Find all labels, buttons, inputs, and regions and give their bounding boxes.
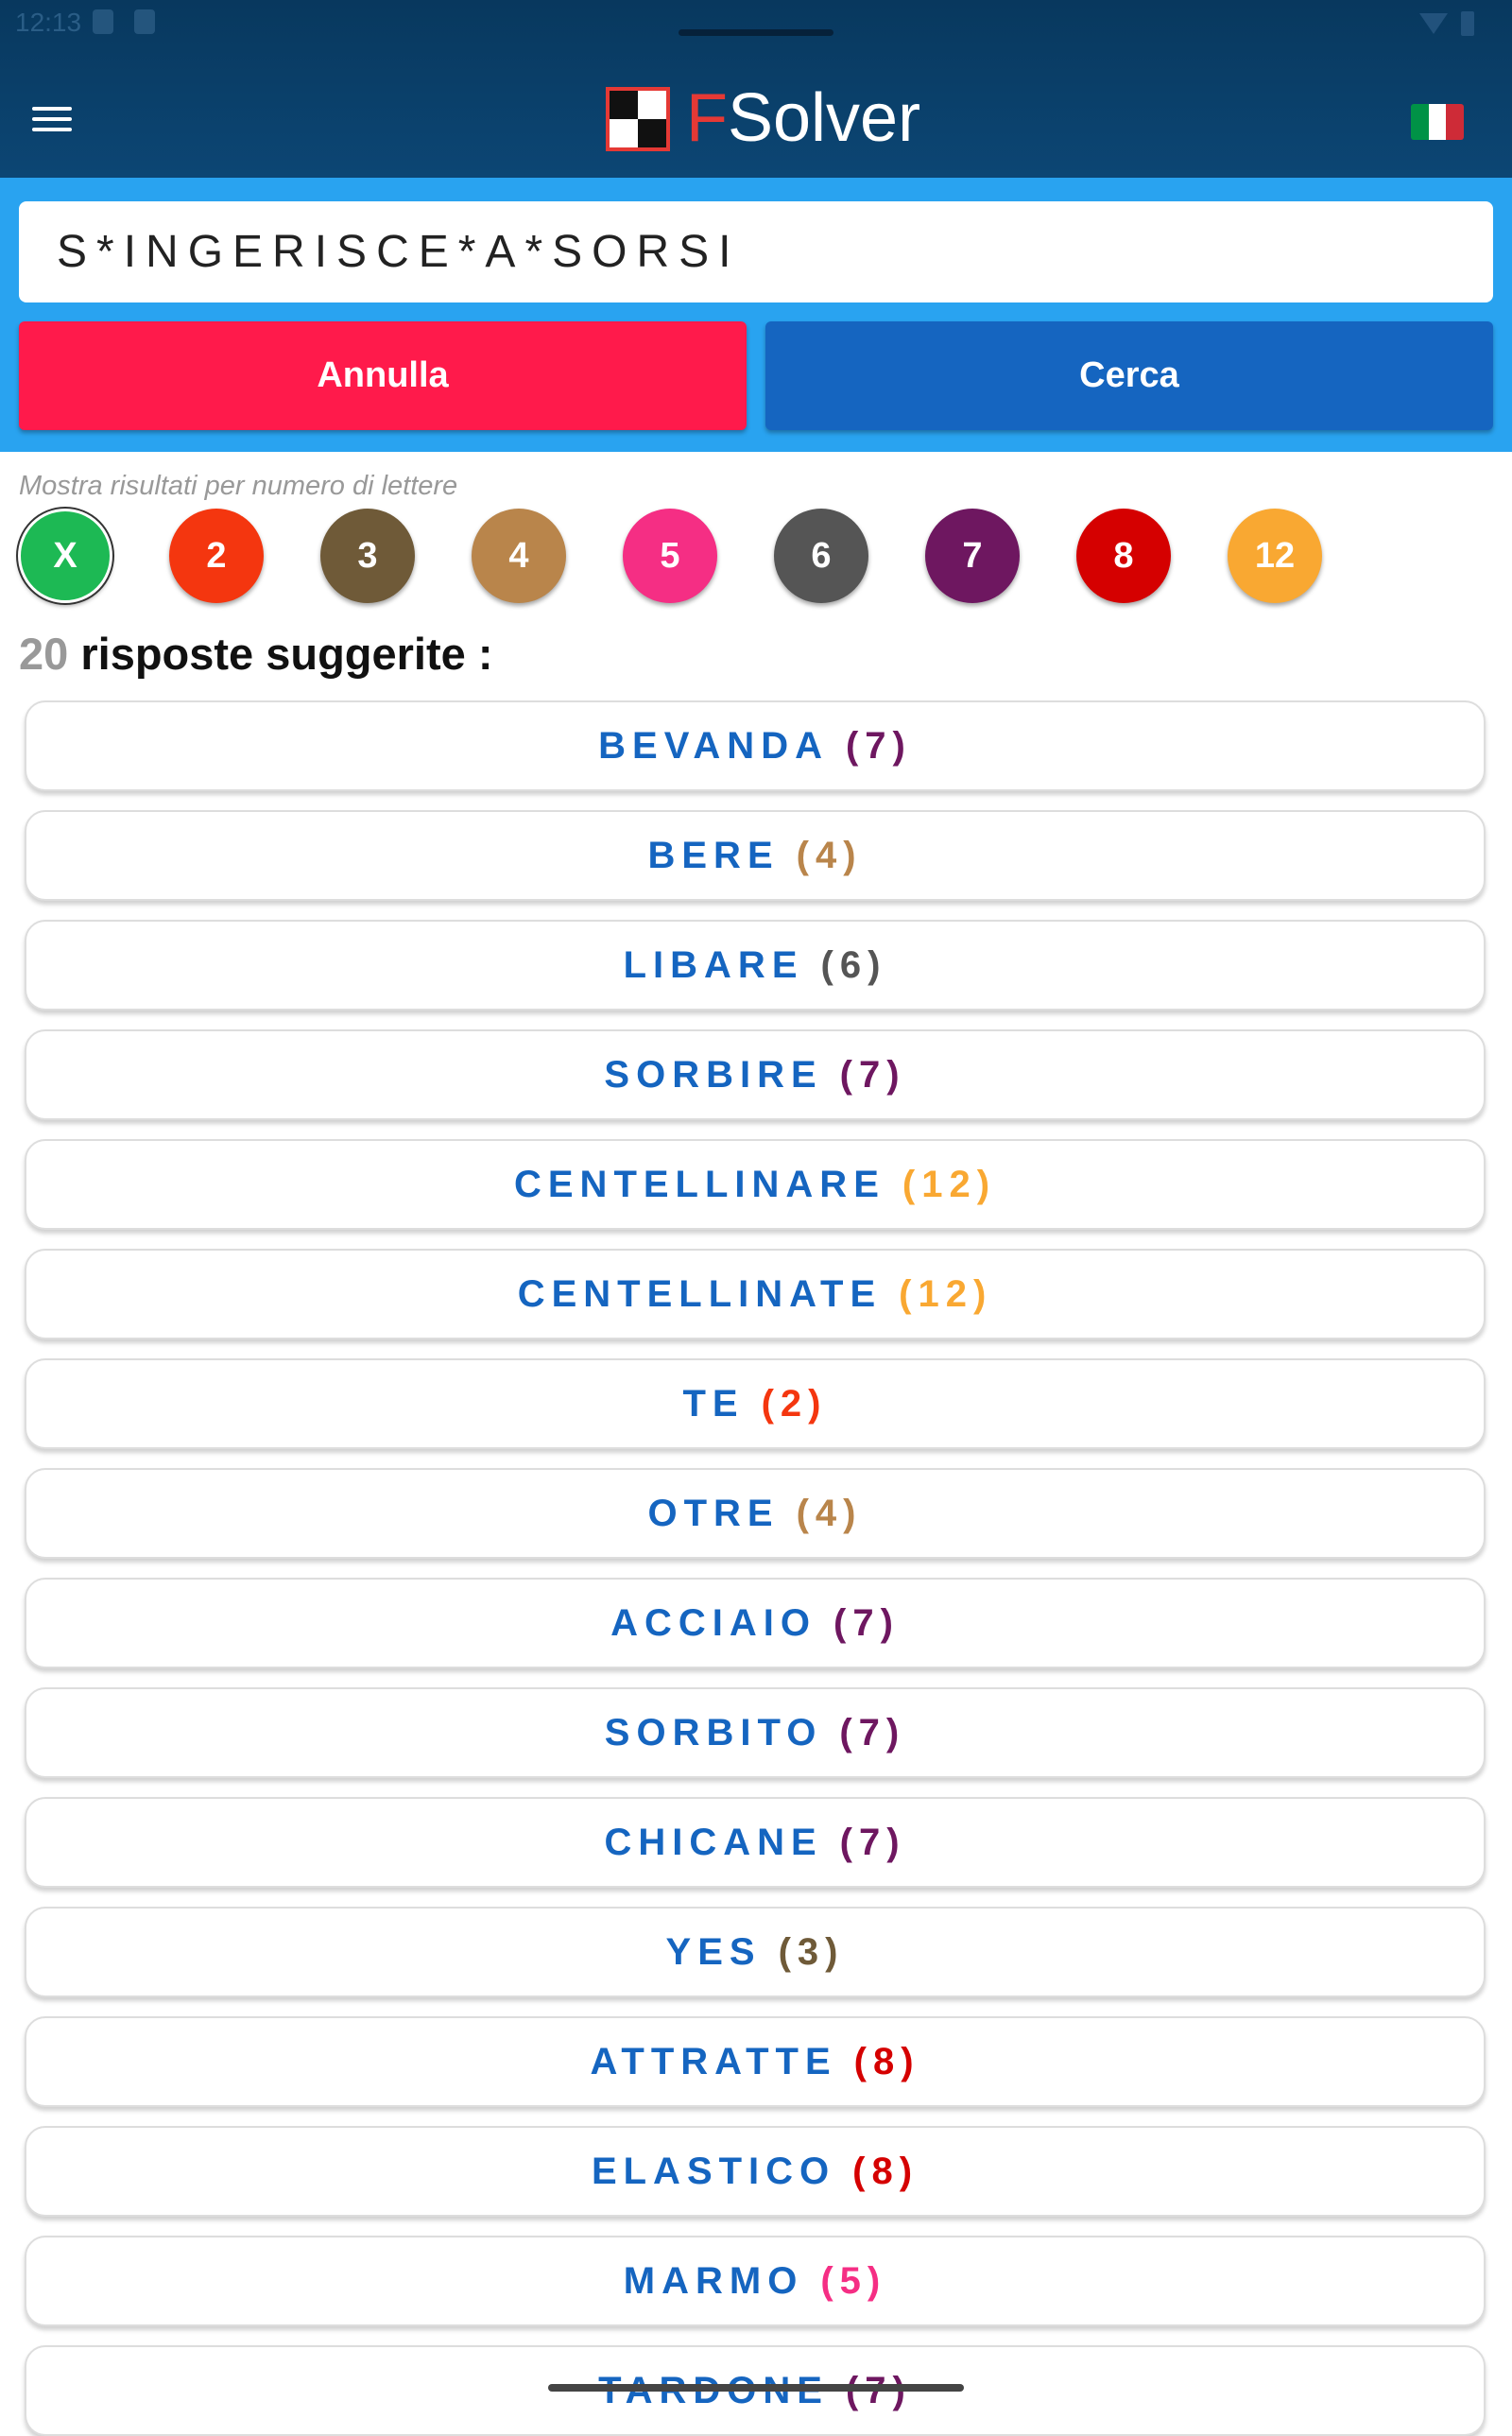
result-word: ATTRATTE: [590, 2040, 837, 2082]
result-letter-count: (5): [820, 2259, 887, 2302]
result-item[interactable]: SORBIRE (7): [25, 1029, 1486, 1120]
status-icons: [93, 9, 155, 34]
result-item[interactable]: LIBARE (6): [25, 920, 1486, 1011]
wifi-icon: [1419, 13, 1448, 34]
result-word: OTRE: [647, 1492, 780, 1534]
filter-letters-3[interactable]: 3: [320, 509, 415, 603]
result-item[interactable]: BERE (4): [25, 810, 1486, 901]
result-item[interactable]: BEVANDA (7): [25, 700, 1486, 791]
result-letter-count: (7): [833, 1601, 900, 1644]
result-word: CHICANE: [604, 1821, 823, 1863]
result-letter-count: (7): [839, 1711, 906, 1754]
result-letter-count: (8): [852, 2150, 919, 2192]
result-letter-count: (4): [796, 1492, 863, 1534]
result-word: TE: [682, 1382, 745, 1425]
app-notification-icon: [134, 9, 155, 34]
cancel-button[interactable]: Annulla: [19, 321, 747, 430]
results-count: 20: [19, 629, 69, 679]
result-item[interactable]: MARMO (5): [25, 2236, 1486, 2326]
result-letter-count: (7): [839, 1821, 906, 1863]
result-letter-count: (7): [845, 724, 912, 767]
result-letter-count: (12): [902, 1163, 997, 1205]
italian-flag-icon[interactable]: [1411, 104, 1464, 140]
result-item[interactable]: CHICANE (7): [25, 1797, 1486, 1888]
flag-stripe: [1446, 104, 1464, 140]
battery-icon: [1461, 11, 1474, 36]
search-button[interactable]: Cerca: [765, 321, 1493, 430]
result-word: ACCIAIO: [610, 1601, 816, 1644]
result-letter-count: (12): [899, 1272, 993, 1315]
result-word: LIBARE: [623, 943, 804, 986]
result-word: SORBITO: [604, 1711, 823, 1754]
result-item[interactable]: ATTRATTE (8): [25, 2016, 1486, 2107]
result-letter-count: (7): [839, 1053, 906, 1096]
flag-stripe: [1428, 104, 1447, 140]
filter-letters-x[interactable]: X: [18, 509, 112, 603]
filter-letters-12[interactable]: 12: [1228, 509, 1322, 603]
app-title-rest: Solver: [727, 80, 921, 156]
search-input[interactable]: [19, 201, 1493, 302]
status-right: [1419, 11, 1474, 36]
result-word: ELASTICO: [591, 2150, 836, 2192]
hamburger-menu-icon[interactable]: [32, 107, 72, 135]
results-count-line: 20 risposte suggerite :: [19, 628, 493, 680]
letter-count-filter: X 2 3 4 5 6 7 8 12: [18, 509, 1511, 607]
gesture-nav-bar[interactable]: [548, 2384, 964, 2392]
search-panel: Annulla Cerca: [0, 178, 1512, 452]
result-letter-count: (4): [796, 834, 863, 876]
result-letter-count: (8): [853, 2040, 920, 2082]
app-title: FSolver: [686, 79, 920, 157]
result-item[interactable]: CENTELLINATE (12): [25, 1249, 1486, 1339]
result-item[interactable]: CENTELLINARE (12): [25, 1139, 1486, 1230]
status-time: 12:13: [15, 8, 82, 37]
flag-stripe: [1411, 104, 1429, 140]
filter-letters-4[interactable]: 4: [472, 509, 566, 603]
filter-caption: Mostra risultati per numero di lettere: [19, 471, 458, 501]
results-count-label: risposte suggerite :: [68, 629, 493, 679]
result-word: BEVANDA: [598, 724, 829, 767]
filter-letters-5[interactable]: 5: [623, 509, 717, 603]
app-title-f: F: [686, 80, 728, 156]
result-letter-count: (6): [820, 943, 887, 986]
result-word: MARMO: [623, 2259, 804, 2302]
result-word: YES: [665, 1930, 762, 1973]
result-item[interactable]: SORBITO (7): [25, 1687, 1486, 1778]
result-word: SORBIRE: [604, 1053, 823, 1096]
result-letter-count: (3): [778, 1930, 845, 1973]
result-word: CENTELLINARE: [513, 1163, 885, 1205]
filter-letters-8[interactable]: 8: [1076, 509, 1171, 603]
result-word: BERE: [647, 834, 780, 876]
crossword-logo-icon: [606, 87, 670, 151]
result-item[interactable]: YES (3): [25, 1907, 1486, 1997]
result-word: CENTELLINATE: [517, 1272, 883, 1315]
result-item[interactable]: ELASTICO (8): [25, 2126, 1486, 2217]
result-item[interactable]: TE (2): [25, 1358, 1486, 1449]
result-item[interactable]: OTRE (4): [25, 1468, 1486, 1559]
shield-icon: [93, 9, 113, 34]
result-item[interactable]: ACCIAIO (7): [25, 1578, 1486, 1668]
camera-notch: [679, 29, 833, 36]
filter-letters-7[interactable]: 7: [925, 509, 1020, 603]
filter-letters-6[interactable]: 6: [774, 509, 868, 603]
filter-letters-2[interactable]: 2: [169, 509, 264, 603]
result-letter-count: (2): [761, 1382, 828, 1425]
app-header: 12:13 FSolver: [0, 0, 1512, 178]
